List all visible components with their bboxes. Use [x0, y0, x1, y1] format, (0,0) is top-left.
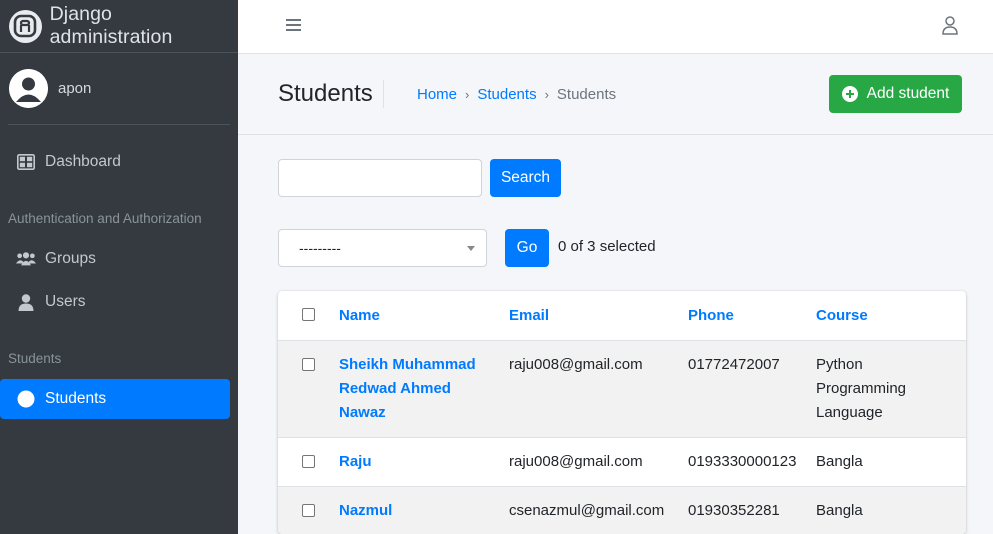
add-student-label: Add student [866, 85, 950, 102]
breadcrumb-app[interactable]: Students [477, 86, 536, 103]
course-line: Programming [816, 380, 907, 397]
table-row: Sheikh Muhammad Redwad Ahmed Nawaz raju0… [278, 340, 966, 437]
circle-icon [16, 390, 36, 408]
sidebar-item-groups[interactable]: Groups [0, 239, 230, 279]
hamburger-menu-icon[interactable] [286, 18, 301, 37]
header-divider [238, 134, 993, 135]
sidebar-item-label: Students [45, 390, 107, 407]
table-row: Raju raju008@gmail.com 0193330000123 Ban… [278, 437, 966, 486]
django-logo-icon [9, 9, 42, 43]
users-group-icon [16, 250, 36, 268]
row-checkbox[interactable] [302, 455, 315, 468]
dashboard-icon [16, 153, 36, 171]
sidebar-item-label: Users [45, 293, 86, 310]
course-cell: Python Programming Language [816, 353, 906, 425]
user-panel[interactable]: apon [8, 53, 230, 125]
breadcrumb-home[interactable]: Home [417, 86, 457, 103]
user-avatar-icon [9, 69, 48, 108]
brand-link[interactable]: Django administration [0, 0, 238, 53]
user-name: apon [58, 80, 92, 97]
phone-cell: 01930352281 [688, 502, 780, 519]
select-all-checkbox[interactable] [302, 308, 315, 321]
email-cell: raju008@gmail.com [509, 356, 643, 373]
name-line: Redwad Ahmed [339, 380, 451, 397]
breadcrumb-current: Students [556, 86, 617, 103]
brand-title: Django administration [49, 3, 173, 48]
go-button[interactable]: Go [505, 229, 549, 267]
row-checkbox[interactable] [302, 358, 315, 371]
action-select-value: --------- [299, 240, 341, 256]
results-table: Name Email Phone Course Sheikh Muhammad … [278, 291, 966, 534]
name-link[interactable]: Sheikh Muhammad Redwad Ahmed Nawaz [339, 353, 476, 425]
sidebar: Django administration apon Dashboard Aut… [0, 0, 238, 534]
page-title: Students [278, 80, 373, 107]
nav-header-students: Students [8, 351, 62, 366]
row-checkbox[interactable] [302, 504, 315, 517]
add-student-button[interactable]: Add student [829, 75, 962, 113]
nav-header-auth: Authentication and Authorization [8, 211, 202, 226]
top-navbar [238, 0, 993, 54]
email-cell: raju008@gmail.com [509, 453, 643, 470]
course-line: Python [816, 356, 863, 373]
action-select[interactable]: --------- [278, 229, 487, 267]
name-link[interactable]: Raju [339, 450, 372, 474]
column-header-name[interactable]: Name [339, 304, 380, 328]
phone-cell: 0193330000123 [688, 453, 797, 470]
name-line: Nawaz [339, 404, 386, 421]
column-header-course[interactable]: Course [816, 304, 868, 328]
course-line: Language [816, 404, 883, 421]
sidebar-item-label: Groups [45, 250, 96, 267]
breadcrumb: Home › Students › Students [417, 86, 616, 103]
column-header-email[interactable]: Email [509, 304, 549, 328]
table-row: Nazmul csenazmul@gmail.com 01930352281 B… [278, 486, 966, 534]
name-link[interactable]: Nazmul [339, 499, 392, 523]
plus-circle-icon [841, 86, 858, 102]
sidebar-item-students[interactable]: Students [0, 379, 230, 419]
chevron-down-icon [467, 246, 475, 251]
sidebar-item-dashboard[interactable]: Dashboard [0, 142, 230, 182]
sidebar-item-users[interactable]: Users [0, 282, 230, 322]
name-line: Sheikh Muhammad [339, 356, 476, 373]
table-header-row: Name Email Phone Course [278, 291, 966, 340]
search-button[interactable]: Search [490, 159, 561, 197]
column-header-phone[interactable]: Phone [688, 304, 734, 328]
course-cell: Bangla [816, 453, 863, 470]
user-menu-icon[interactable] [942, 16, 958, 40]
title-divider [383, 80, 384, 108]
phone-cell: 01772472007 [688, 356, 780, 373]
search-input[interactable] [278, 159, 482, 197]
user-icon [16, 293, 36, 311]
breadcrumb-separator: › [465, 87, 470, 102]
email-cell: csenazmul@gmail.com [509, 502, 665, 519]
sidebar-item-label: Dashboard [45, 153, 121, 170]
breadcrumb-separator: › [544, 87, 549, 102]
course-cell: Bangla [816, 502, 863, 519]
selected-count: 0 of 3 selected [558, 238, 656, 255]
